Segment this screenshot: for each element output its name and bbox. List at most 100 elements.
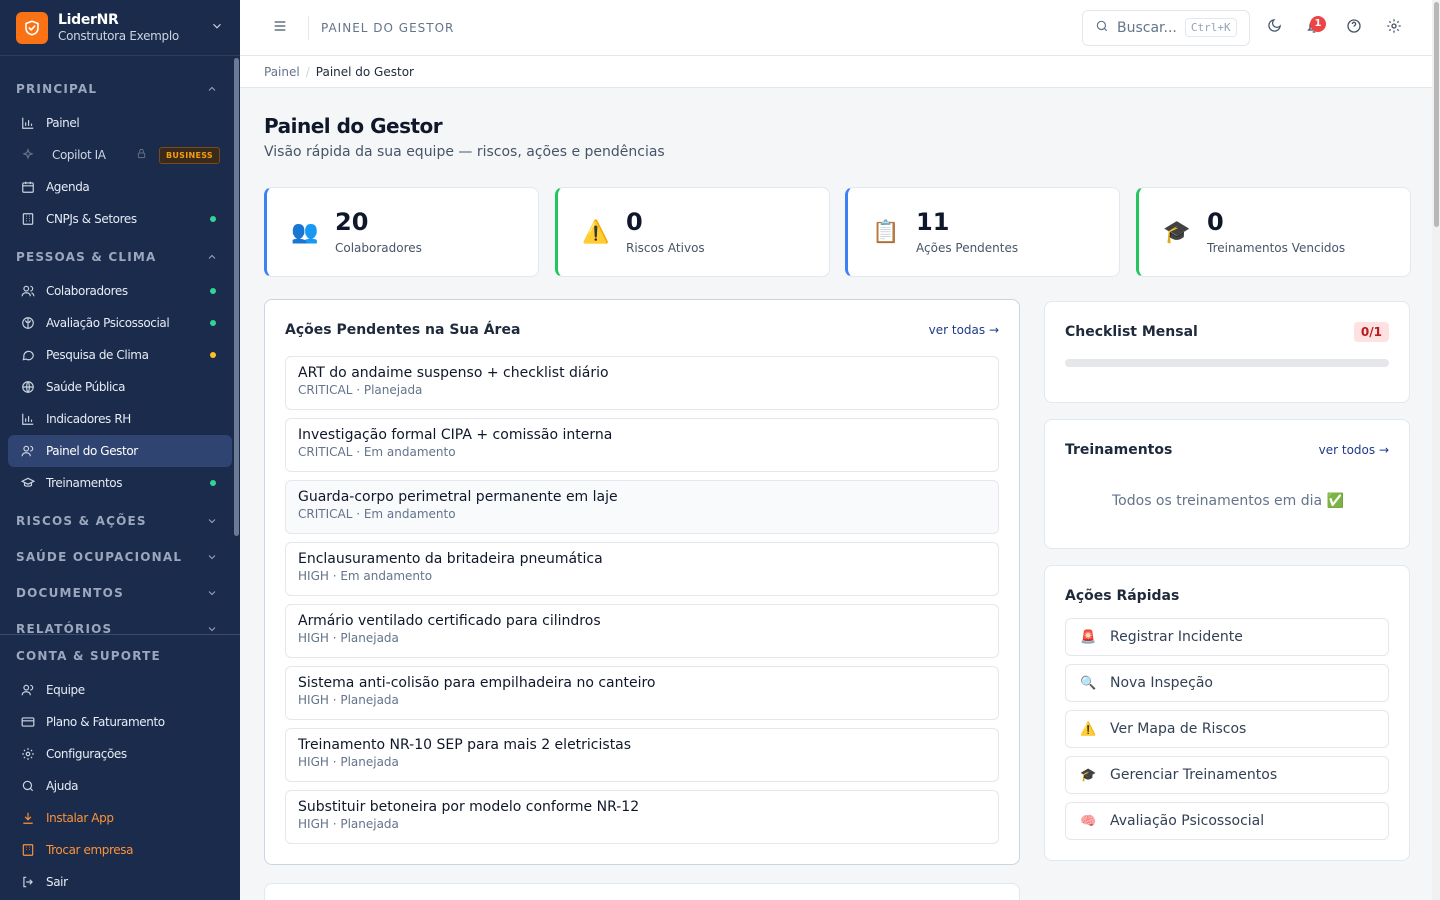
list-item[interactable]: Investigação formal CIPA + comissão inte… (285, 418, 999, 472)
topbar: PAINEL DO GESTOR Buscar... Ctrl+K 1 (240, 0, 1432, 56)
sparkles-icon (20, 147, 36, 163)
quick-action-psicossocial[interactable]: 🧠 Avaliação Psicossocial (1065, 802, 1389, 840)
section-conta: CONTA & SUPORTE (16, 649, 161, 663)
graduation-cap-icon (20, 475, 36, 491)
shield-logo-icon (16, 11, 48, 44)
settings-button[interactable] (1374, 8, 1414, 48)
quick-action-mapa-riscos[interactable]: ⚠️ Ver Mapa de Riscos (1065, 710, 1389, 748)
list-item[interactable]: ART do andaime suspenso + checklist diár… (285, 356, 999, 410)
card-title: Ações Rápidas (1065, 588, 1180, 604)
notifications-button[interactable]: 1 (1294, 8, 1334, 48)
list-item[interactable]: Armário ventilado certificado para cilin… (285, 604, 999, 658)
sidebar-item-painel[interactable]: Painel (8, 107, 232, 139)
theme-toggle-button[interactable] (1254, 8, 1294, 48)
view-all-actions-link[interactable]: ver todas → (929, 323, 999, 337)
stat-label: Colaboradores (335, 241, 422, 255)
bar-chart-icon (20, 411, 36, 427)
topbar-title: PAINEL DO GESTOR (321, 20, 455, 35)
chevron-down-icon (210, 19, 224, 37)
stat-card-colaboradores[interactable]: 👥 20 Colaboradores (264, 187, 539, 277)
stat-value: 0 (1207, 208, 1224, 236)
status-dot (210, 480, 216, 486)
users-icon (20, 283, 36, 299)
warning-icon: ⚠️ (582, 219, 610, 245)
credit-card-icon (20, 714, 36, 730)
section-principal[interactable]: PRINCIPAL (0, 71, 240, 107)
section-pessoas[interactable]: PESSOAS & CLIMA (0, 239, 240, 275)
sidebar-item-avaliacao[interactable]: Avaliação Psicossocial (8, 307, 232, 339)
pending-actions-card: Ações Pendentes na Sua Área ver todas → … (264, 299, 1020, 865)
hamburger-icon (272, 18, 288, 38)
stat-label: Riscos Ativos (626, 241, 705, 255)
breadcrumb: Painel / Painel do Gestor (240, 56, 1432, 88)
sidebar-item-treinamentos[interactable]: Treinamentos (8, 467, 232, 499)
card-title: Checklist Mensal (1065, 324, 1198, 340)
quick-action-treinamentos[interactable]: 🎓 Gerenciar Treinamentos (1065, 756, 1389, 794)
brain-icon: 🧠 (1080, 813, 1097, 829)
sidebar-item-agenda[interactable]: Agenda (8, 171, 232, 203)
brand-switcher[interactable]: LiderNR Construtora Exemplo (0, 0, 240, 56)
section-saude[interactable]: SAÚDE OCUPACIONAL (0, 539, 240, 575)
sidebar-item-copilot[interactable]: Copilot IA BUSINESS (8, 139, 232, 171)
stat-value: 0 (626, 208, 643, 236)
stat-card-treinamentos[interactable]: 🎓 0 Treinamentos Vencidos (1136, 187, 1411, 277)
brain-icon (20, 315, 36, 331)
trainings-card: Treinamentos ver todos → Todos os treina… (1044, 419, 1410, 549)
stat-value: 20 (335, 208, 369, 236)
topbar-separator (308, 15, 309, 40)
card-title: Treinamentos (1065, 442, 1173, 458)
page-title: Painel do Gestor (264, 114, 443, 138)
user-icon (20, 443, 36, 459)
sidebar-item-saude-publica[interactable]: Saúde Pública (8, 371, 232, 403)
help-button[interactable] (1334, 8, 1374, 48)
search-icon (20, 778, 36, 794)
chevron-down-icon (208, 591, 216, 596)
view-all-trainings-link[interactable]: ver todos → (1319, 443, 1389, 457)
sidebar-item-ajuda[interactable]: Ajuda (8, 770, 232, 802)
siren-icon: 🚨 (1080, 629, 1097, 645)
list-item[interactable]: Sistema anti-colisão para empilhadeira n… (285, 666, 999, 720)
page-scrollbar[interactable] (1434, 2, 1439, 227)
sidebar-scrollbar[interactable] (234, 58, 239, 536)
sidebar-item-pesquisa[interactable]: Pesquisa de Clima (8, 339, 232, 371)
user-icon (20, 682, 36, 698)
company-name: Construtora Exemplo (58, 29, 179, 43)
chevron-down-icon (208, 519, 216, 524)
sidebar-item-trocar[interactable]: Trocar empresa (8, 834, 232, 866)
section-riscos[interactable]: RISCOS & AÇÕES (0, 503, 240, 539)
graduation-cap-icon: 🎓 (1163, 219, 1191, 245)
stat-card-acoes[interactable]: 📋 11 Ações Pendentes (845, 187, 1120, 277)
sidebar-item-cnpjs[interactable]: CNPJs & Setores (8, 203, 232, 235)
search-shortcut: Ctrl+K (1184, 18, 1237, 37)
list-item[interactable]: Substituir betoneira por modelo conforme… (285, 790, 999, 844)
checklist-count-badge: 0/1 (1353, 322, 1389, 342)
search-placeholder: Buscar... (1117, 19, 1177, 36)
sidebar-item-colaboradores[interactable]: Colaboradores (8, 275, 232, 307)
sidebar-item-equipe[interactable]: Equipe (8, 674, 232, 706)
list-item[interactable]: Treinamento NR-10 SEP para mais 2 eletri… (285, 728, 999, 782)
sidebar-item-indicadores[interactable]: Indicadores RH (8, 403, 232, 435)
sidebar-item-plano[interactable]: Plano & Faturamento (8, 706, 232, 738)
clipboard-icon: 📋 (872, 219, 900, 245)
calendar-icon (20, 179, 36, 195)
quick-action-registrar-incidente[interactable]: 🚨 Registrar Incidente (1065, 618, 1389, 656)
lock-icon (136, 148, 147, 162)
breadcrumb-current: Painel do Gestor (315, 64, 414, 79)
sidebar-item-painel-gestor[interactable]: Painel do Gestor (8, 435, 232, 467)
chevron-up-icon (208, 86, 216, 91)
breadcrumb-root[interactable]: Painel (264, 65, 300, 79)
list-item[interactable]: Enclausuramento da britadeira pneumática… (285, 542, 999, 596)
users-icon: 👥 (291, 219, 319, 245)
sidebar-item-instalar[interactable]: Instalar App (8, 802, 232, 834)
warning-icon: ⚠️ (1080, 721, 1097, 737)
sidebar-item-config[interactable]: Configurações (8, 738, 232, 770)
search-input[interactable]: Buscar... Ctrl+K (1082, 9, 1250, 46)
logout-icon (20, 874, 36, 890)
plan-badge: BUSINESS (158, 146, 220, 164)
sidebar-item-sair[interactable]: Sair (8, 866, 232, 898)
list-item[interactable]: Guarda-corpo perimetral permanente em la… (285, 480, 999, 534)
building-icon (20, 842, 36, 858)
stat-card-riscos[interactable]: ⚠️ 0 Riscos Ativos (555, 187, 830, 277)
quick-action-nova-inspecao[interactable]: 🔍 Nova Inspeção (1065, 664, 1389, 702)
section-documentos[interactable]: DOCUMENTOS (0, 575, 240, 611)
